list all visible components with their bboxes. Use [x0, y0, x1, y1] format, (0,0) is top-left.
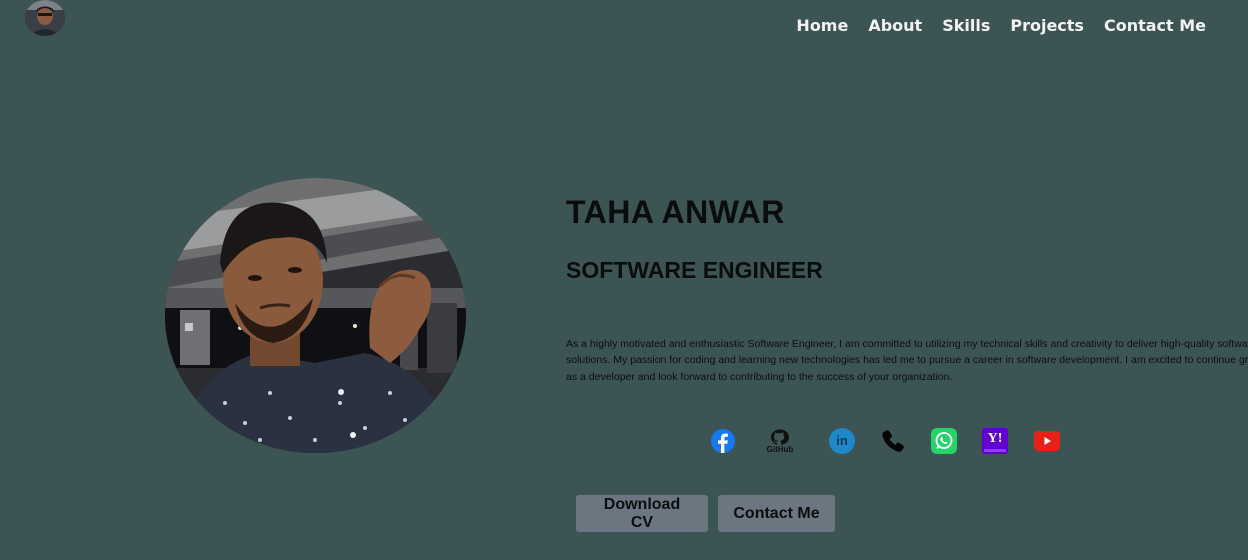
- youtube-icon: [1034, 431, 1060, 451]
- linkedin-label: in: [836, 433, 848, 448]
- github-icon: [771, 429, 789, 445]
- profile-photo: [165, 178, 466, 453]
- facebook-icon: [711, 429, 735, 453]
- nav-contact-me[interactable]: Contact Me: [1104, 16, 1206, 36]
- download-cv-button[interactable]: Download CV: [576, 495, 708, 532]
- nav-about[interactable]: About: [868, 16, 922, 36]
- github-link[interactable]: GitHub: [766, 427, 794, 455]
- contact-me-button[interactable]: Contact Me: [718, 495, 835, 532]
- avatar-photo: [25, 0, 65, 36]
- yahoo-label: Y!: [987, 431, 1003, 446]
- github-label: GitHub: [766, 444, 794, 454]
- main-nav: Home About Skills Projects Contact Me: [796, 16, 1206, 36]
- page: Home About Skills Projects Contact Me TA…: [0, 0, 1248, 560]
- nav-projects[interactable]: Projects: [1010, 16, 1084, 36]
- logo-avatar[interactable]: [25, 0, 65, 36]
- facebook-link[interactable]: [709, 427, 737, 455]
- yahoo-link[interactable]: Y!: [981, 427, 1009, 455]
- nav-skills[interactable]: Skills: [942, 16, 990, 36]
- whatsapp-link[interactable]: [930, 427, 958, 455]
- youtube-link[interactable]: [1033, 427, 1061, 455]
- phone-icon: [882, 430, 904, 452]
- linkedin-link[interactable]: in: [828, 427, 856, 455]
- profile-bio: As a highly motivated and enthusiastic S…: [566, 338, 1248, 383]
- phone-link[interactable]: [879, 427, 907, 455]
- profile-role: SOFTWARE ENGINEER: [566, 257, 823, 283]
- profile-name: TAHA ANWAR: [566, 194, 785, 230]
- whatsapp-icon: [931, 428, 957, 454]
- nav-home[interactable]: Home: [796, 16, 848, 36]
